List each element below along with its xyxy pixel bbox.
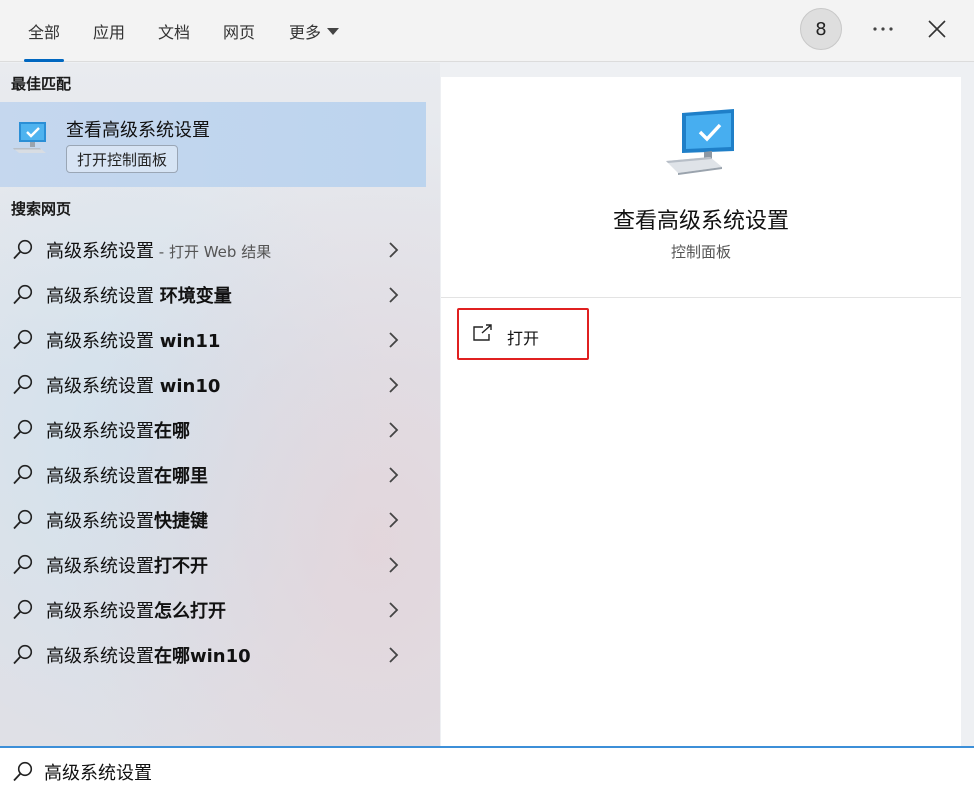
chevron-right-icon	[389, 602, 399, 618]
tab-apps[interactable]: 应用	[78, 0, 140, 62]
close-icon	[928, 20, 946, 38]
search-bar	[0, 746, 974, 796]
result-completion: 环境变量	[159, 285, 232, 307]
tab-label: 应用	[92, 23, 125, 42]
best-match-source-label: 打开控制面板	[77, 150, 168, 169]
result-completion: win10	[159, 375, 221, 397]
web-result-row[interactable]: 高级系统设置打不开	[0, 542, 426, 587]
web-result-text: 高级系统设置怎么打开	[46, 597, 226, 623]
right-gutter	[961, 63, 974, 746]
web-result-text: 高级系统设置快捷键	[46, 507, 208, 533]
chevron-right-icon	[389, 332, 399, 348]
chevron-right-icon	[389, 467, 399, 483]
web-result-row[interactable]: 高级系统设置在哪	[0, 407, 426, 452]
best-match-heading: 最佳匹配	[11, 75, 72, 93]
search-icon	[13, 554, 33, 575]
web-result-text: 高级系统设置在哪win10	[46, 642, 251, 668]
detail-title: 查看高级系统设置	[612, 209, 789, 234]
detail-pane: 查看高级系统设置 控制面板 打开	[441, 77, 961, 746]
search-icon	[13, 644, 33, 665]
result-query: 高级系统设置	[46, 375, 160, 397]
result-completion: 怎么打开	[154, 600, 226, 622]
chevron-right-icon	[389, 287, 399, 303]
search-icon	[13, 374, 33, 395]
result-completion: 在哪里	[154, 465, 208, 487]
monitor-check-icon	[13, 122, 46, 153]
search-icon	[13, 761, 33, 782]
web-result-row[interactable]: 高级系统设置在哪win10	[0, 632, 426, 677]
result-query: 高级系统设置	[46, 645, 154, 667]
web-result-row[interactable]: 高级系统设置快捷键	[0, 497, 426, 542]
search-icon	[13, 329, 33, 350]
tab-all[interactable]: 全部	[12, 0, 76, 62]
caret-down-icon	[327, 27, 339, 35]
chevron-right-icon	[389, 422, 399, 438]
chevron-right-icon	[389, 242, 399, 258]
top-bar: 全部 应用 文档 网页 更多 8	[0, 0, 974, 62]
divider	[441, 297, 961, 298]
chevron-right-icon	[389, 557, 399, 573]
search-icon	[13, 239, 33, 260]
result-query: 高级系统设置	[46, 465, 154, 487]
result-query: 高级系统设置	[46, 600, 154, 622]
result-suffix: - 打开 Web 结果	[154, 242, 272, 261]
chevron-right-icon	[389, 512, 399, 528]
result-completion: 打不开	[154, 555, 208, 577]
web-result-row[interactable]: 高级系统设置怎么打开	[0, 587, 426, 632]
web-result-row[interactable]: 高级系统设置在哪里	[0, 452, 426, 497]
result-query: 高级系统设置	[46, 555, 154, 577]
monitor-check-icon	[666, 109, 734, 175]
tab-label: 网页	[222, 23, 255, 42]
tab-documents[interactable]: 文档	[143, 0, 205, 62]
close-button[interactable]	[920, 12, 954, 46]
account-badge-text: 8	[815, 18, 827, 40]
web-result-text: 高级系统设置 win11	[46, 327, 220, 353]
tab-label: 更多	[288, 23, 321, 42]
tab-label: 文档	[157, 23, 190, 42]
web-search-heading: 搜索网页	[11, 200, 72, 218]
search-icon	[13, 599, 33, 620]
search-input[interactable]	[44, 756, 944, 788]
results-pane: 最佳匹配 查看高级系统设置 打开控制面板 搜索网页 高级系统设置 - 打开 We…	[0, 63, 440, 746]
web-result-text: 高级系统设置打不开	[46, 552, 208, 578]
web-result-text: 高级系统设置在哪里	[46, 462, 208, 488]
detail-subtitle: 控制面板	[670, 243, 731, 261]
result-query: 高级系统设置	[46, 330, 160, 352]
result-completion: 在哪	[154, 420, 190, 442]
search-icon	[13, 509, 33, 530]
chevron-right-icon	[389, 647, 399, 663]
web-result-row[interactable]: 高级系统设置 win11	[0, 317, 426, 362]
tab-more[interactable]: 更多	[276, 0, 352, 62]
result-query: 高级系统设置	[46, 420, 154, 442]
account-avatar[interactable]: 8	[800, 8, 842, 50]
web-result-text: 高级系统设置 - 打开 Web 结果	[46, 237, 271, 263]
result-query: 高级系统设置	[46, 240, 154, 262]
more-options-button[interactable]	[866, 14, 900, 44]
tab-label: 全部	[27, 23, 60, 42]
web-result-text: 高级系统设置在哪	[46, 417, 190, 443]
chevron-right-icon	[389, 377, 399, 393]
result-completion: win11	[159, 330, 221, 352]
web-result-row[interactable]: 高级系统设置 环境变量	[0, 272, 426, 317]
open-button[interactable]: 打开	[457, 308, 589, 360]
result-completion: 在哪win10	[154, 645, 251, 667]
open-external-icon	[473, 324, 492, 341]
result-completion: 快捷键	[154, 510, 208, 532]
search-icon	[13, 464, 33, 485]
best-match-source-chip: 打开控制面板	[66, 145, 179, 173]
web-result-text: 高级系统设置 win10	[46, 372, 220, 398]
web-result-row[interactable]: 高级系统设置 - 打开 Web 结果	[0, 227, 426, 272]
web-result-text: 高级系统设置 环境变量	[46, 282, 232, 308]
open-button-label: 打开	[507, 329, 540, 348]
best-match-title: 查看高级系统设置	[66, 120, 210, 141]
result-query: 高级系统设置	[46, 510, 154, 532]
search-icon	[13, 284, 33, 305]
ellipsis-icon	[873, 27, 893, 31]
best-match-item[interactable]: 查看高级系统设置 打开控制面板	[0, 102, 426, 187]
result-query: 高级系统设置	[46, 285, 160, 307]
web-result-row[interactable]: 高级系统设置 win10	[0, 362, 426, 407]
search-icon	[13, 419, 33, 440]
tab-web[interactable]: 网页	[208, 0, 270, 62]
